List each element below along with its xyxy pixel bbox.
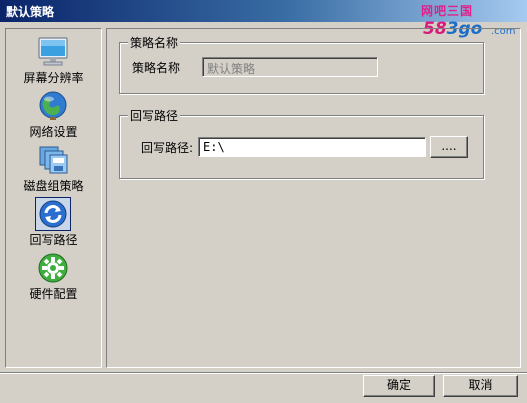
sidebar-item-disk-group-policy[interactable]: 磁盘组策略 <box>6 141 101 195</box>
writeback-path-label: 回写路径: <box>141 141 194 155</box>
content-panel: 策略名称 策略名称 默认策略 回写路径 回写路径: E:\ .... <box>106 28 521 368</box>
sidebar: 屏幕分辨率 网络设置 磁盘组策略 回写路径 硬件配置 <box>5 28 102 368</box>
window-title: 默认策略 <box>6 5 55 19</box>
ok-button[interactable]: 确定 <box>363 375 435 397</box>
sidebar-item-screen-resolution[interactable]: 屏幕分辨率 <box>6 33 101 87</box>
policy-dialog: 默认策略 网吧三国 583go .com 屏幕分辨率 网络设置 磁盘组策略 回写… <box>0 0 527 403</box>
group-title: 回写路径 <box>128 107 181 124</box>
sidebar-item-hardware-config[interactable]: 硬件配置 <box>6 249 101 303</box>
writeback-path-group: 回写路径 回写路径: E:\ .... <box>119 107 484 179</box>
cancel-button[interactable]: 取消 <box>443 375 518 397</box>
sidebar-item-writeback-path[interactable]: 回写路径 <box>6 195 101 249</box>
disk-group-icon <box>36 144 70 176</box>
writeback-path-input[interactable]: E:\ <box>198 137 426 157</box>
writeback-refresh-icon <box>35 197 71 231</box>
footer-divider <box>0 372 527 374</box>
sidebar-item-label: 回写路径 <box>29 233 78 247</box>
policy-name-field: 默认策略 <box>202 57 378 77</box>
browse-button[interactable]: .... <box>430 136 468 158</box>
sidebar-item-label: 屏幕分辨率 <box>23 71 84 85</box>
policy-name-label: 策略名称 <box>132 61 181 75</box>
policy-name-group: 策略名称 策略名称 默认策略 <box>119 34 484 94</box>
globe-network-icon <box>36 90 70 122</box>
sidebar-item-network-settings[interactable]: 网络设置 <box>6 87 101 141</box>
hardware-gear-icon <box>36 252 70 284</box>
group-title: 策略名称 <box>128 34 181 51</box>
watermark-top-text: 网吧三国 <box>421 4 474 18</box>
sidebar-item-label: 硬件配置 <box>29 287 78 301</box>
sidebar-item-label: 网络设置 <box>29 125 78 139</box>
monitor-icon <box>36 36 70 68</box>
sidebar-item-label: 磁盘组策略 <box>23 179 84 193</box>
